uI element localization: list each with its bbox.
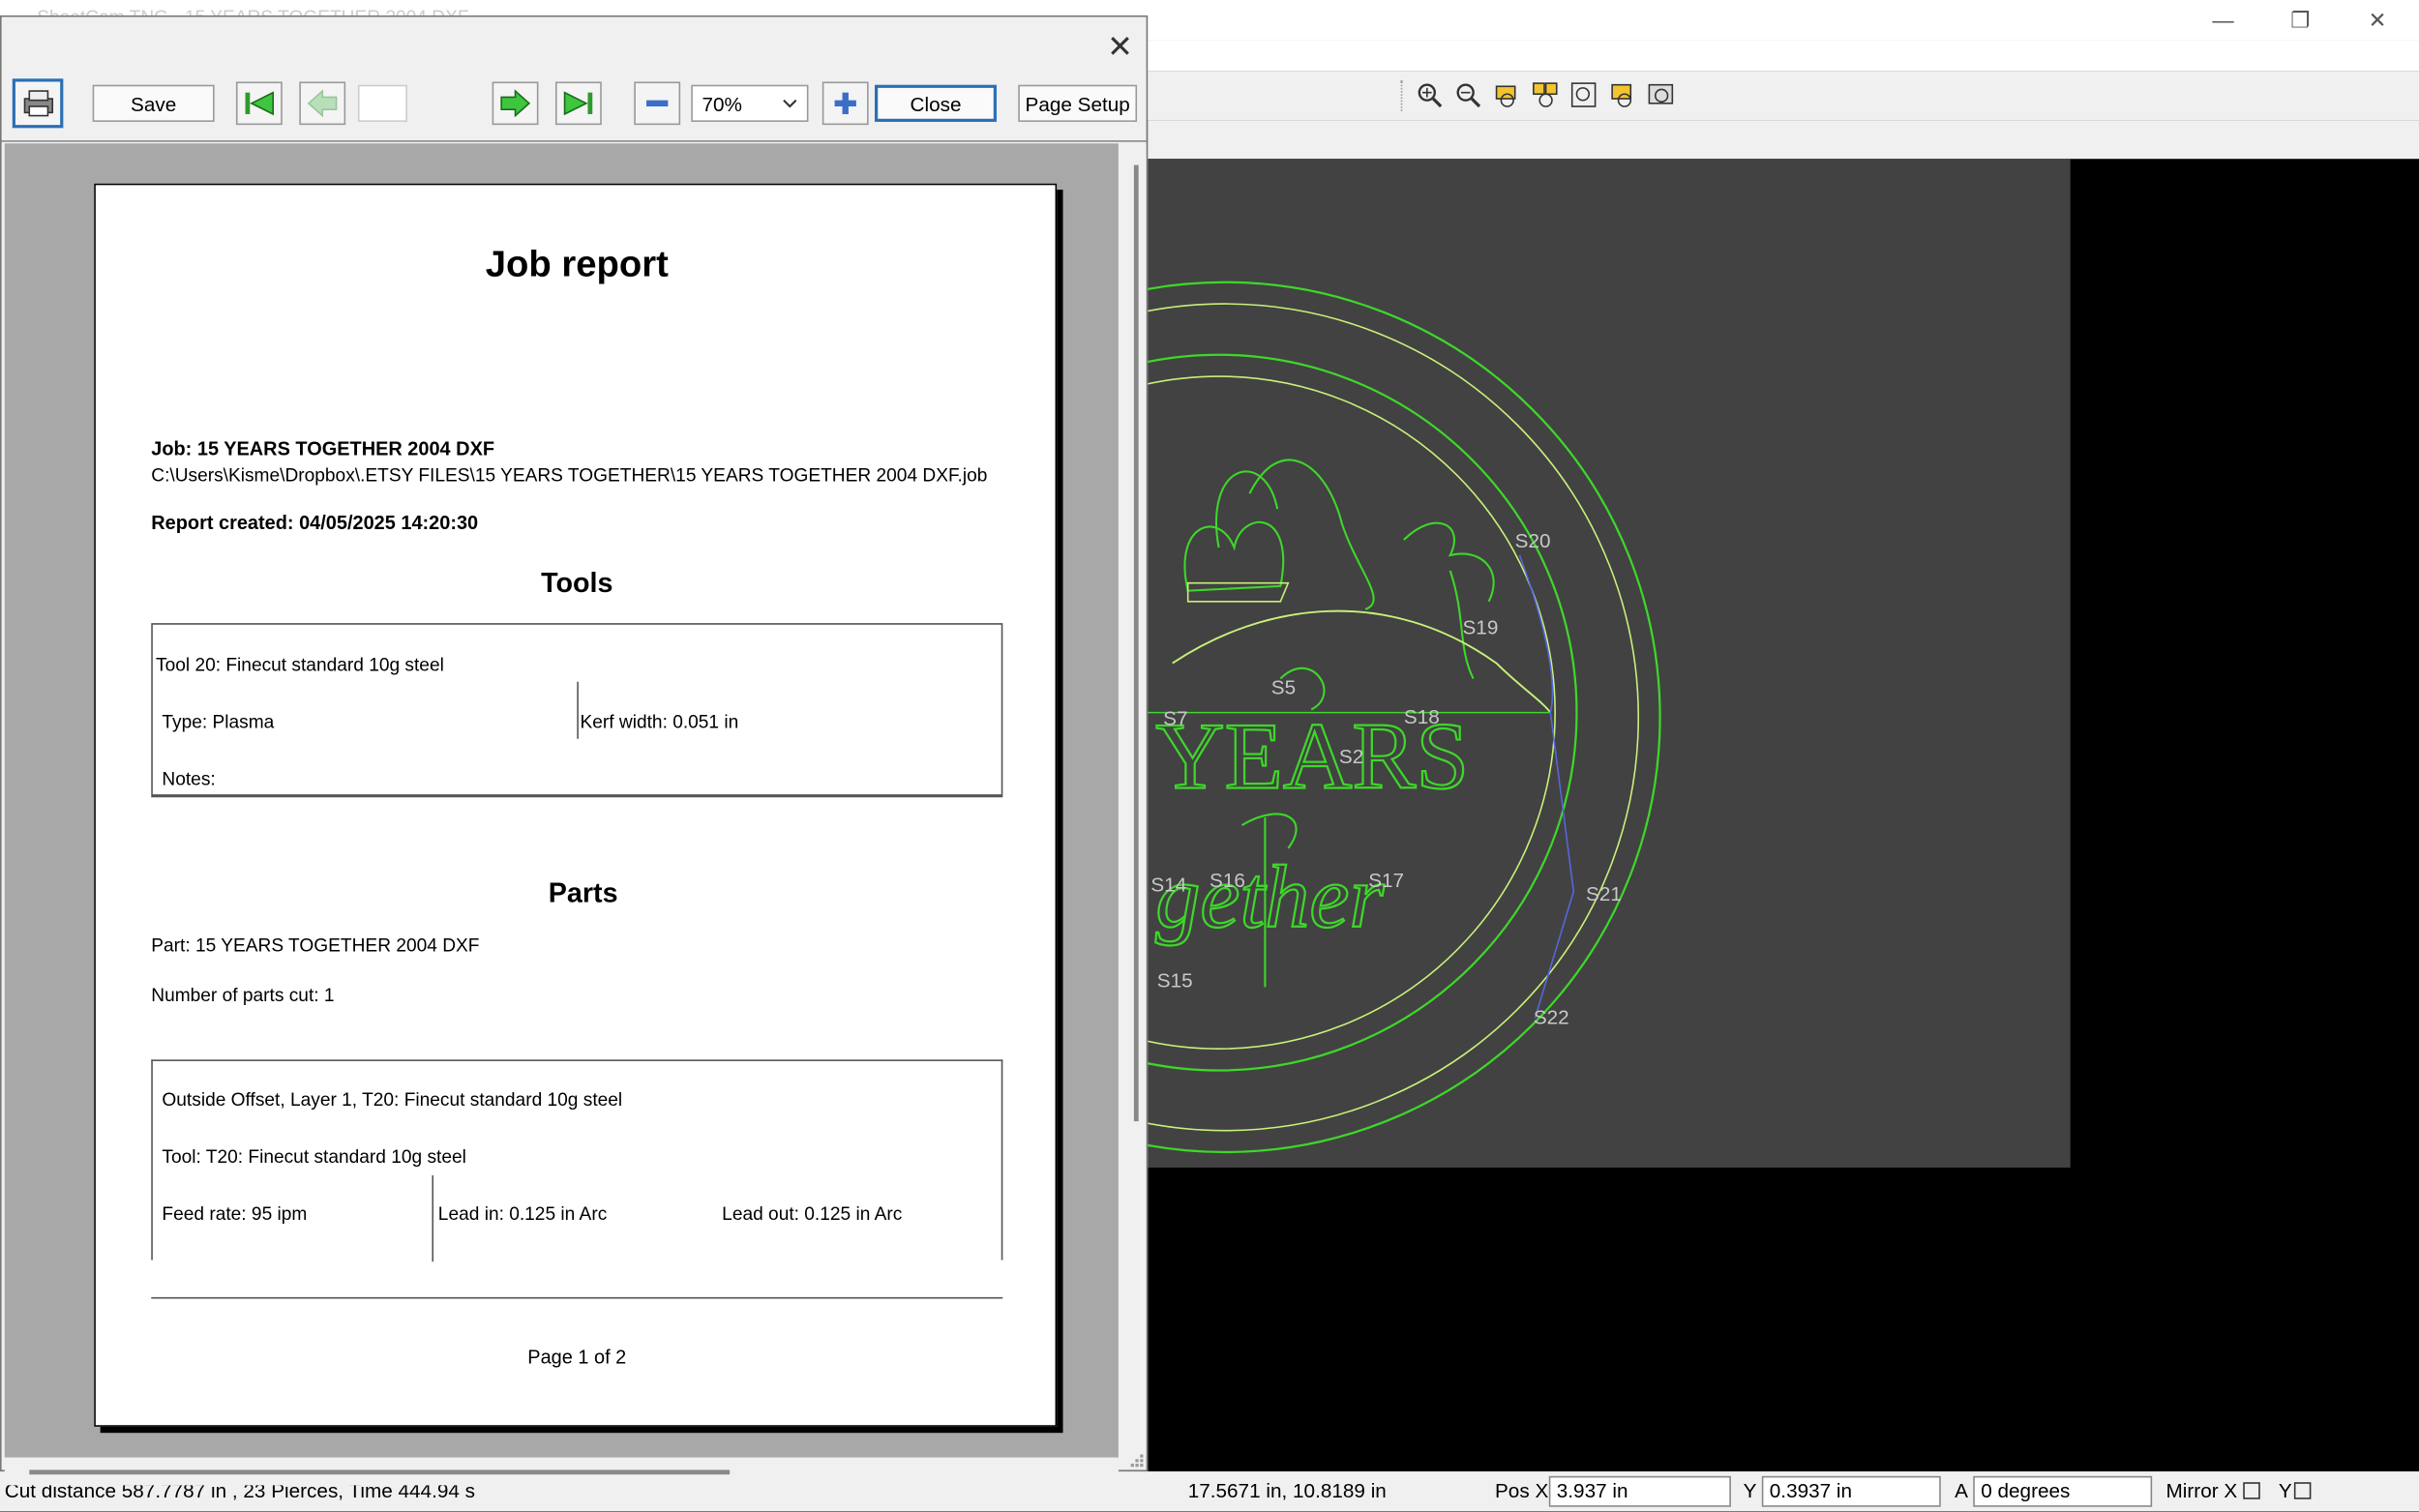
- tool-table: Tool 20: Finecut standard 10g steel Type…: [151, 623, 1003, 798]
- toolpath-drawing: YEARS gether S20 S19 S18 S5 S7 S2 S21 S1…: [1148, 281, 1661, 1153]
- page-setup-button[interactable]: Page Setup: [1018, 84, 1138, 122]
- last-page-button[interactable]: [554, 81, 602, 126]
- tool-type: Type: Plasma: [162, 711, 275, 733]
- save-button[interactable]: Save: [92, 84, 215, 122]
- operation-name: Outside Offset, Layer 1, T20: Finecut st…: [162, 1088, 623, 1111]
- path-label: S15: [1157, 969, 1193, 992]
- chevron-down-icon: [783, 99, 797, 108]
- angle-label: A: [1955, 1479, 1968, 1502]
- canvas-top-margin: [1148, 120, 2419, 160]
- toolbar-divider: [1, 140, 1147, 142]
- footer-rule: [151, 1296, 1003, 1299]
- path-label: S2: [1339, 746, 1363, 768]
- preview-viewport[interactable]: Job report Job: 15 YEARS TOGETHER 2004 D…: [4, 143, 1119, 1458]
- last-page-icon: [563, 91, 593, 116]
- angle-input[interactable]: 0 degrees: [1973, 1475, 2153, 1507]
- first-page-button[interactable]: [235, 81, 283, 126]
- pos-x-label: Pos X: [1494, 1479, 1549, 1502]
- job-path: C:\Users\Kisme\Dropbox\.ETSY FILES\15 YE…: [151, 463, 988, 487]
- lead-in: Lead in: 0.125 in Arc: [437, 1202, 608, 1225]
- operation-tool: Tool: T20: Finecut standard 10g steel: [162, 1145, 466, 1168]
- zoom-out-icon[interactable]: [1451, 78, 1485, 112]
- zoom-value: 70%: [702, 91, 742, 115]
- leaves-outline: [1403, 521, 1495, 679]
- parts-cut-count: Number of parts cut: 1: [151, 984, 335, 1006]
- next-page-button[interactable]: [492, 81, 539, 126]
- lead-out: Lead out: 0.125 in Arc: [722, 1202, 903, 1225]
- zoom-in-button[interactable]: [821, 81, 869, 126]
- resize-grip-icon[interactable]: [1128, 1451, 1147, 1469]
- mirror-y-label: Y: [2278, 1479, 2292, 1502]
- previous-page-button[interactable]: [299, 81, 346, 126]
- report-page: Job report Job: 15 YEARS TOGETHER 2004 D…: [94, 183, 1058, 1427]
- vertical-scroll-thumb[interactable]: [1133, 164, 1139, 1122]
- art-gether-text: gether: [1155, 848, 1385, 947]
- minus-icon: [646, 100, 669, 107]
- zoom-select[interactable]: 70%: [691, 84, 809, 122]
- zoom-selection-icon[interactable]: [1529, 78, 1563, 112]
- zoom-in-icon[interactable]: [1413, 78, 1447, 112]
- path-label: S16: [1210, 870, 1245, 892]
- tools-heading: Tools: [541, 567, 613, 599]
- mirror-x-label: Mirror X: [2165, 1479, 2238, 1502]
- path-label: S21: [1586, 883, 1622, 905]
- printer-icon: [22, 90, 53, 117]
- dialog-close-button[interactable]: ✕: [1100, 26, 1140, 66]
- path-label: S14: [1150, 875, 1186, 897]
- job-name: Job: 15 YEARS TOGETHER 2004 DXF: [151, 437, 495, 460]
- vertical-scrollbar[interactable]: [1118, 143, 1147, 1458]
- part-name: Part: 15 YEARS TOGETHER 2004 DXF: [151, 934, 480, 957]
- page-number-input[interactable]: [357, 84, 407, 122]
- kerf-width: Kerf width: 0.051 in: [580, 711, 739, 733]
- next-page-icon: [500, 89, 531, 118]
- horizontal-scroll-thumb[interactable]: [29, 1469, 731, 1475]
- report-created: Report created: 04/05/2025 14:20:30: [151, 512, 479, 534]
- pos-x-input[interactable]: 3.937 in: [1548, 1475, 1731, 1507]
- path-label: S7: [1163, 707, 1187, 729]
- cell-divider: [432, 1174, 434, 1262]
- page-footer: Page 1 of 2: [527, 1346, 627, 1369]
- minimize-button[interactable]: —: [2185, 0, 2262, 40]
- zoom-sheet-icon[interactable]: [1645, 78, 1679, 112]
- tool-name: Tool 20: Finecut standard 10g steel: [156, 654, 444, 676]
- operation-table: Outside Offset, Layer 1, T20: Finecut st…: [151, 1059, 1003, 1262]
- zoom-extents-icon[interactable]: [1568, 78, 1601, 112]
- drawing-canvas[interactable]: YEARS gether S20 S19 S18 S5 S7 S2 S21 S1…: [1148, 159, 2071, 1168]
- path-label: S20: [1515, 530, 1551, 552]
- close-button[interactable]: Close: [875, 84, 997, 122]
- path-label: S18: [1404, 706, 1440, 728]
- parts-heading: Parts: [548, 877, 618, 909]
- pos-y-label: Y: [1743, 1479, 1757, 1502]
- birds-outline: [1183, 470, 1285, 592]
- zoom-part-icon[interactable]: [1606, 78, 1640, 112]
- zoom-window-icon[interactable]: [1490, 78, 1524, 112]
- cell-divider: [577, 681, 579, 739]
- zoom-out-button[interactable]: [634, 81, 681, 126]
- previous-page-icon: [307, 89, 338, 118]
- report-title: Job report: [485, 243, 669, 285]
- cursor-position: 17.5671 in, 10.8189 in: [1187, 1479, 1387, 1502]
- print-button[interactable]: [12, 78, 64, 129]
- pos-y-input[interactable]: 0.3937 in: [1761, 1475, 1941, 1507]
- first-page-icon: [245, 91, 275, 116]
- print-preview-dialog: ✕ Save 70% Close Page Setup Job report J…: [0, 15, 1149, 1486]
- close-window-button[interactable]: ✕: [2339, 0, 2416, 40]
- plus-icon: [834, 92, 856, 114]
- path-label: S17: [1368, 870, 1404, 892]
- path-label: S5: [1271, 676, 1296, 698]
- feed-rate: Feed rate: 95 ipm: [162, 1202, 308, 1225]
- tool-notes: Notes:: [162, 768, 216, 790]
- mirror-y-checkbox[interactable]: [2293, 1482, 2312, 1499]
- path-label: S19: [1462, 616, 1498, 638]
- path-label: S22: [1534, 1007, 1569, 1029]
- mirror-x-checkbox[interactable]: [2243, 1482, 2260, 1499]
- maximize-button[interactable]: ❐: [2261, 0, 2339, 40]
- toolbar-grip: [1400, 79, 1404, 111]
